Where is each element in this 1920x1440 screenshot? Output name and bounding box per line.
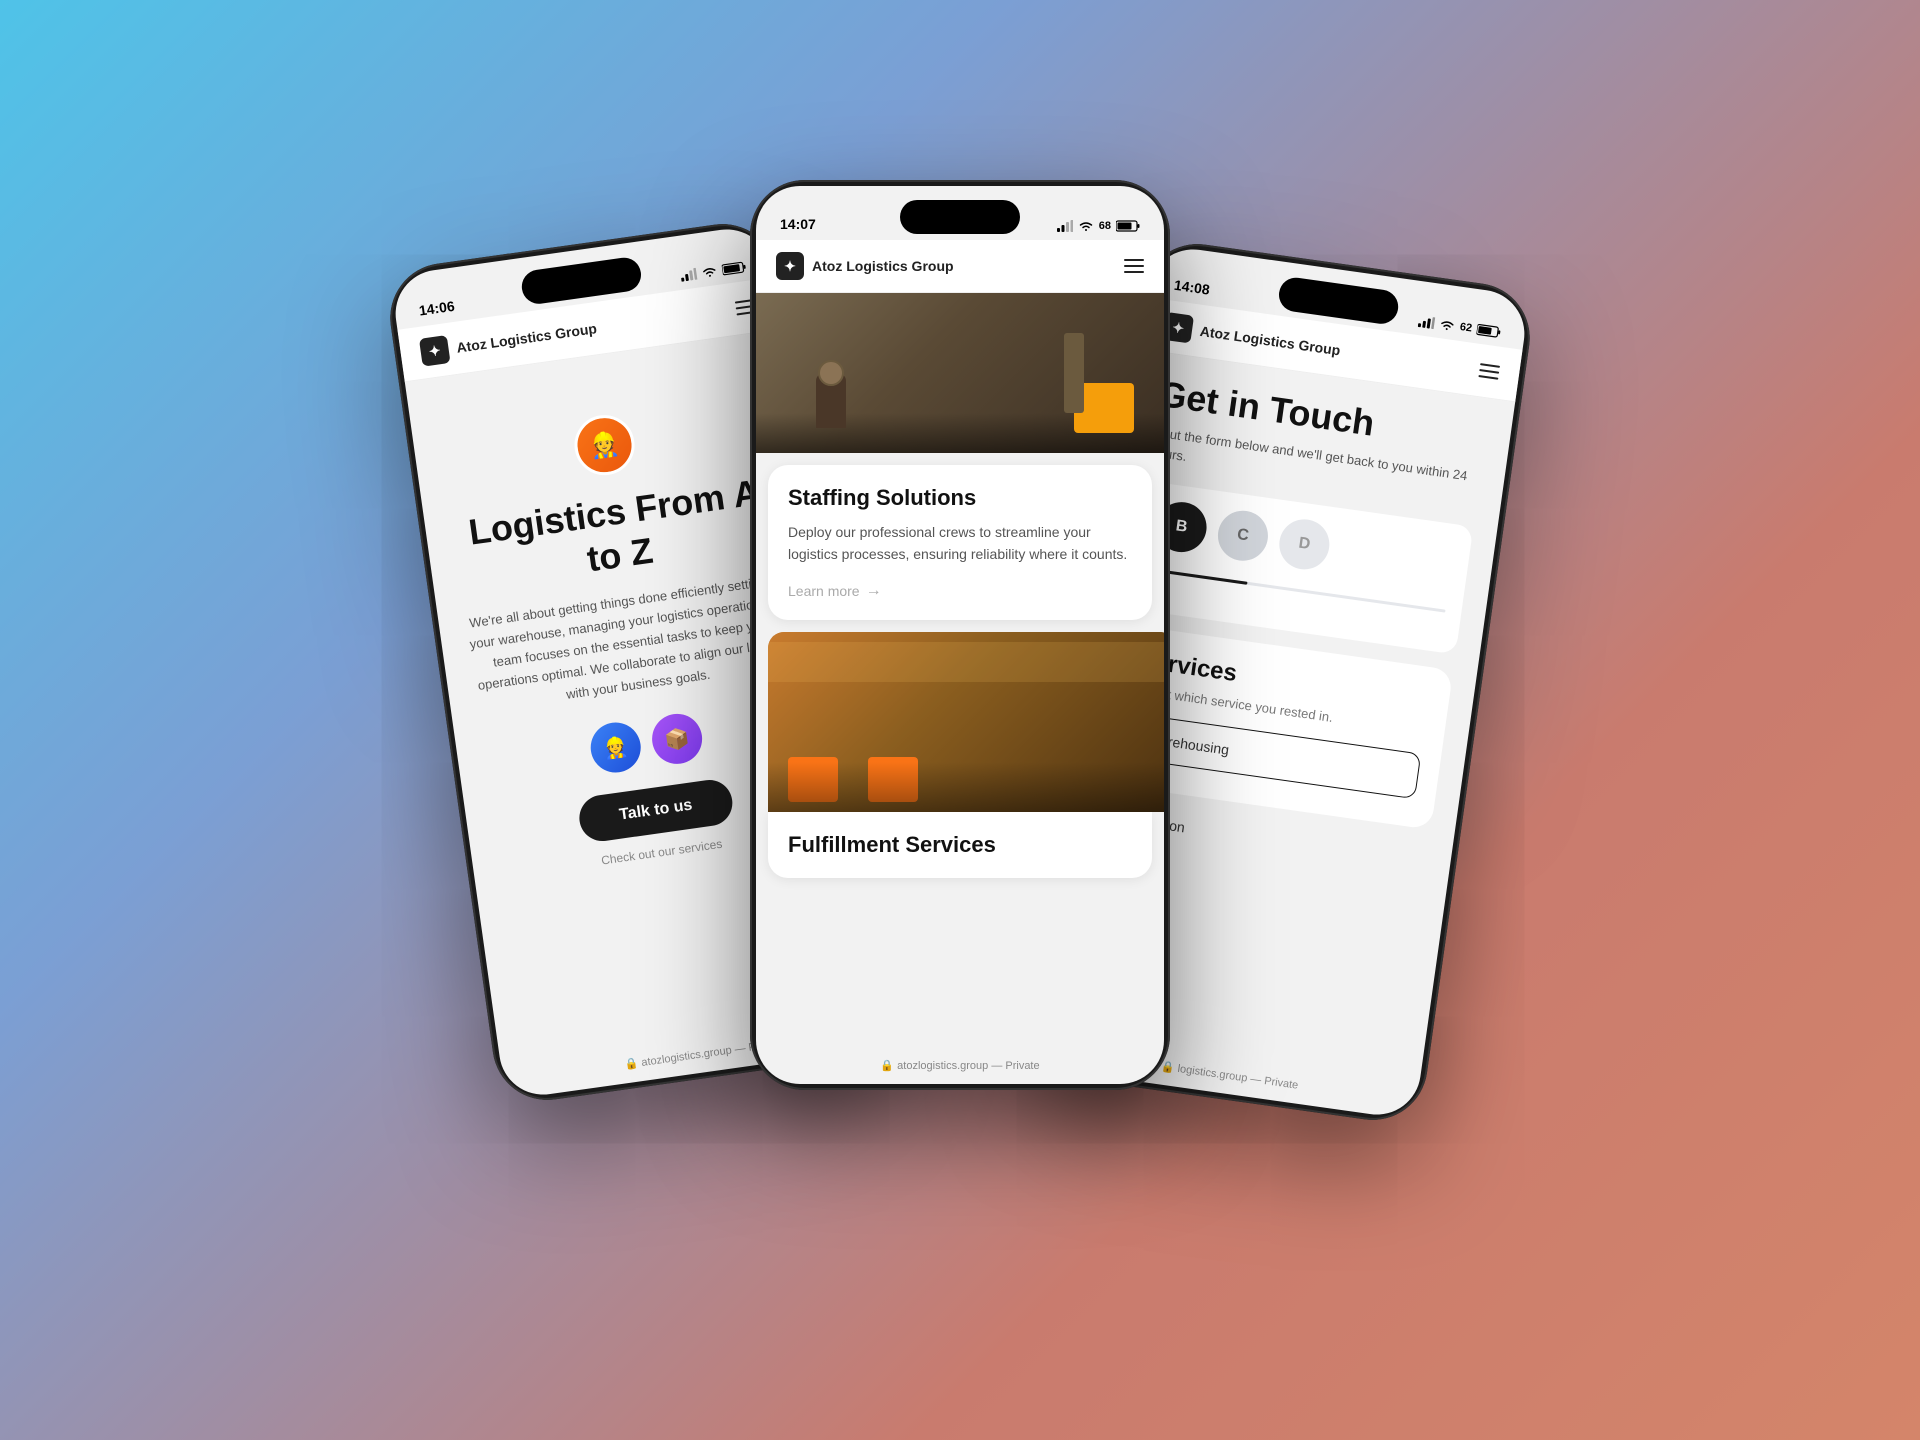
learn-more-text: Learn more bbox=[788, 583, 860, 599]
service1-image bbox=[756, 293, 1164, 453]
phones-container: 14:06 bbox=[410, 120, 1510, 1320]
time-center: 14:07 bbox=[780, 216, 816, 232]
phone-center-screen: 14:07 68 bbox=[756, 186, 1164, 1084]
worker-head bbox=[818, 360, 844, 386]
avatar-selector-card: B C D bbox=[1129, 481, 1474, 655]
phone-center: 14:07 68 bbox=[750, 180, 1170, 1090]
signal-icon-center bbox=[1057, 220, 1073, 232]
battery-icon-left bbox=[721, 261, 746, 276]
avatar-d[interactable]: D bbox=[1276, 516, 1332, 572]
dynamic-island-center bbox=[900, 200, 1020, 234]
avatar-purple: 📦 bbox=[649, 711, 705, 767]
status-icons-center: 68 bbox=[1057, 220, 1140, 232]
url-text-left: atozlogistics.group — P bbox=[641, 1041, 757, 1069]
status-icons-right: 62 bbox=[1417, 315, 1501, 338]
url-bar-center: 🔒 atozlogistics.group — Private bbox=[756, 1059, 1164, 1072]
talk-to-us-button[interactable]: Talk to us bbox=[577, 777, 735, 844]
time-left: 14:06 bbox=[418, 298, 456, 319]
logo-icon-center: ✦ bbox=[776, 252, 804, 280]
service2-image bbox=[768, 632, 1164, 812]
service1-title: Staffing Solutions bbox=[788, 485, 1132, 511]
img-overlay2 bbox=[768, 762, 1164, 812]
avatar-c[interactable]: C bbox=[1215, 507, 1271, 563]
service1-card: Staffing Solutions Deploy our profession… bbox=[768, 465, 1152, 620]
worker-body bbox=[816, 373, 846, 428]
service2-card: Fulfillment Services bbox=[768, 812, 1152, 878]
warehouse-ceiling-lights bbox=[768, 642, 1164, 682]
time-right: 14:08 bbox=[1173, 277, 1211, 298]
logo-icon-left: ✦ bbox=[419, 335, 451, 367]
wifi-icon-center bbox=[1078, 220, 1094, 232]
hamburger-center[interactable] bbox=[1124, 259, 1144, 273]
service1-area: Staffing Solutions Deploy our profession… bbox=[756, 293, 1164, 620]
service2-area: Fulfillment Services bbox=[756, 632, 1164, 878]
shelf-shape bbox=[1064, 333, 1084, 413]
url-text-center: atozlogistics.group — Private bbox=[897, 1060, 1039, 1072]
wifi-icon-left bbox=[701, 265, 719, 279]
app-logo-center: ✦ Atoz Logistics Group bbox=[776, 252, 954, 280]
hamburger-right[interactable] bbox=[1478, 363, 1500, 380]
app-name-right: Atoz Logistics Group bbox=[1199, 323, 1341, 359]
battery-icon-center bbox=[1116, 220, 1140, 232]
learn-more-button[interactable]: Learn more → bbox=[788, 582, 1132, 600]
signal-icon-right bbox=[1417, 315, 1435, 329]
service2-title: Fulfillment Services bbox=[788, 832, 1132, 858]
status-icons-left bbox=[680, 261, 747, 282]
app-name-center: Atoz Logistics Group bbox=[812, 258, 954, 274]
app-name-left: Atoz Logistics Group bbox=[455, 320, 597, 356]
url-text-right: logistics.group — Private bbox=[1177, 1063, 1299, 1092]
hero-avatar-orange: 👷 bbox=[571, 411, 639, 479]
battery-icon-right bbox=[1476, 323, 1501, 338]
battery-text-center: 68 bbox=[1099, 220, 1111, 232]
signal-icon-left bbox=[680, 268, 698, 282]
avatar-blue: 👷 bbox=[588, 720, 644, 776]
app-header-center: ✦ Atoz Logistics Group bbox=[756, 240, 1164, 293]
service1-desc: Deploy our professional crews to streaml… bbox=[788, 521, 1132, 566]
wifi-icon-right bbox=[1438, 318, 1456, 332]
battery-text-right: 62 bbox=[1459, 321, 1473, 335]
learn-more-arrow: → bbox=[866, 582, 882, 600]
